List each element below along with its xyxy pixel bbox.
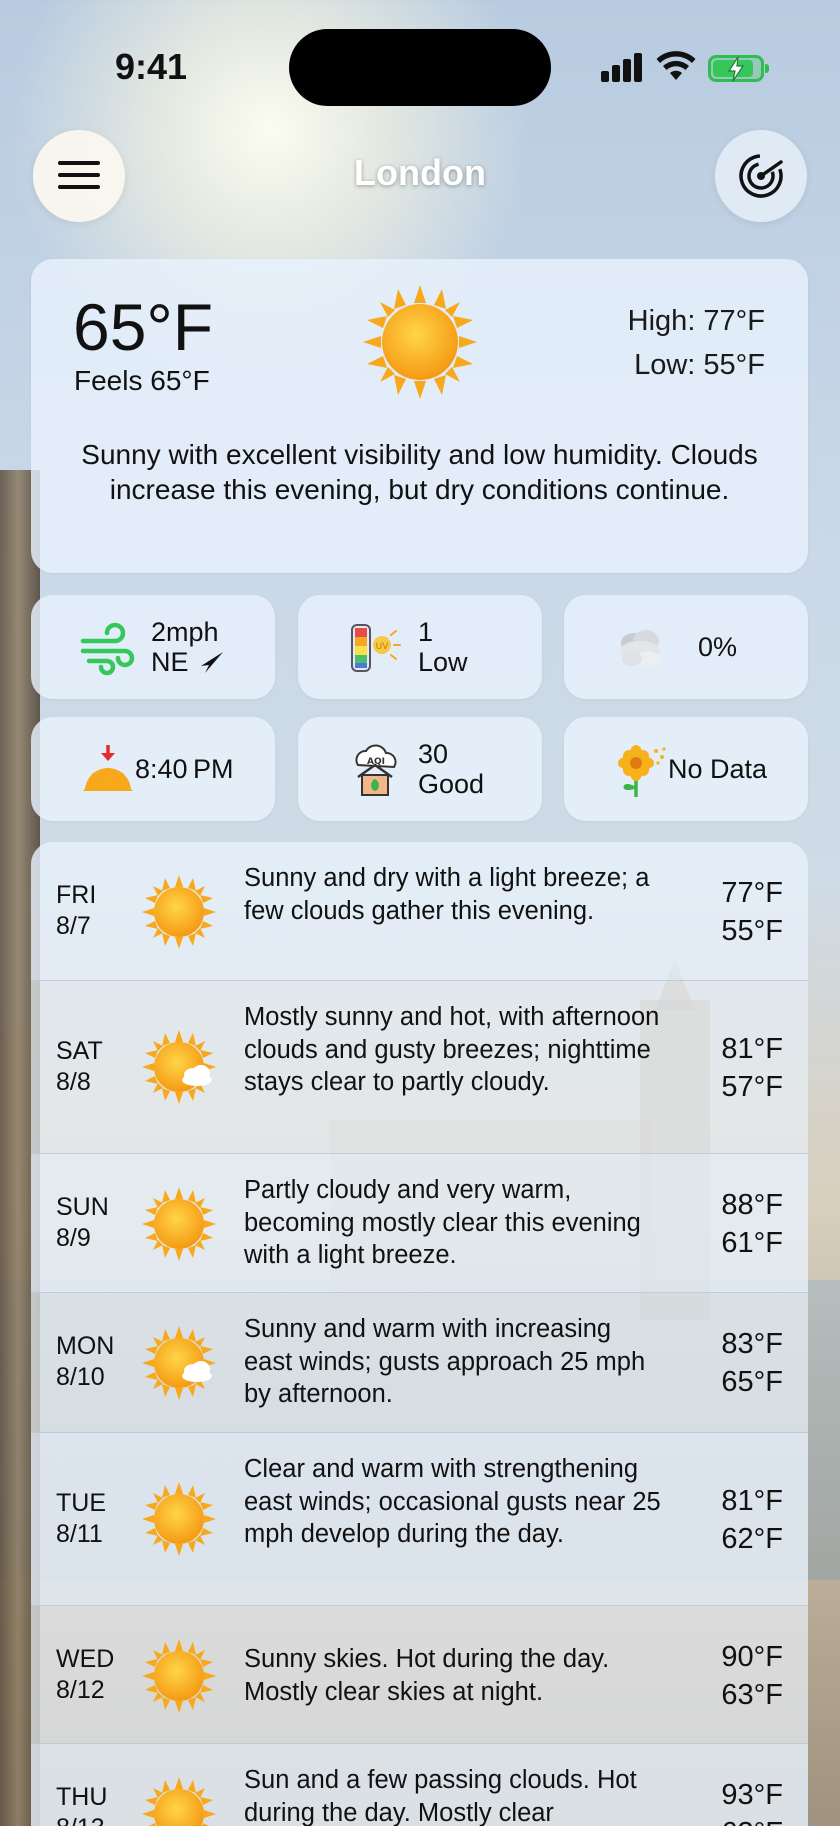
forecast-day: SUN	[56, 1193, 109, 1221]
forecast-description: Partly cloudy and very warm, becoming mo…	[244, 1176, 641, 1269]
wind-icon	[80, 622, 135, 676]
aqi-level: Good	[418, 769, 485, 799]
forecast-low: 57°F	[721, 1071, 783, 1103]
low-temperature: Low: 55°F	[634, 349, 765, 381]
current-temperature: 65°F	[73, 290, 214, 364]
high-temperature: High: 77°F	[627, 305, 765, 337]
sunset-icon	[83, 745, 133, 791]
sun-icon	[142, 1482, 216, 1556]
cellular-signal-icon	[601, 52, 643, 82]
forecast-low: 63°F	[721, 1814, 783, 1826]
battery-icon	[708, 55, 769, 82]
wind-direction: NE	[151, 647, 189, 677]
forecast-date: 8/8	[56, 1068, 91, 1096]
pollen-flower-icon	[618, 745, 666, 797]
forecast-date: 8/10	[56, 1363, 105, 1391]
forecast-low: 61°F	[721, 1227, 783, 1259]
radar-button[interactable]	[715, 130, 807, 222]
uv-level: Low	[418, 647, 468, 677]
wind-direction-arrow-icon	[200, 652, 223, 673]
forecast-day: SAT	[56, 1037, 103, 1065]
wifi-icon	[656, 51, 696, 80]
forecast-description: Sun and a few passing clouds. Hot during…	[244, 1766, 637, 1826]
sun-icon	[142, 1187, 216, 1261]
uv-index-tile[interactable]: UV 1 Low	[298, 595, 542, 699]
current-conditions-card[interactable]: 65°F Feels 65°F High: 77°F Low: 55°F Sun…	[31, 259, 808, 573]
forecast-high: 93°F	[721, 1779, 783, 1811]
precipitation-chance: 0%	[698, 632, 738, 662]
forecast-row-tue[interactable]: TUE 8/11 Clear and warm with strengtheni…	[31, 1433, 808, 1606]
forecast-row-mon[interactable]: MON 8/10 Sunny and warm with increasing …	[31, 1293, 808, 1433]
wind-speed: 2mph	[151, 617, 219, 647]
sunset-tile[interactable]: 8:40 PM	[31, 717, 275, 821]
forecast-row-sun[interactable]: SUN 8/9 Partly cloudy and very warm, bec…	[31, 1154, 808, 1293]
sun-cloud-icon	[142, 1030, 216, 1104]
status-bar: 9:41	[0, 0, 840, 106]
forecast-date: 8/9	[56, 1224, 91, 1252]
forecast-high: 81°F	[721, 1033, 783, 1065]
sun-cloud-icon	[142, 1326, 216, 1400]
forecast-date: 8/13	[56, 1813, 107, 1826]
forecast-day: FRI	[56, 881, 97, 909]
aqi-value: 30	[418, 739, 449, 769]
sun-icon	[142, 875, 216, 949]
sun-icon	[142, 1777, 216, 1826]
forecast-row-wed[interactable]: WED 8/12 Sunny skies. Hot during the day…	[31, 1606, 808, 1744]
forecast-high: 77°F	[721, 877, 783, 909]
precipitation-tile[interactable]: 0%	[564, 595, 808, 699]
forecast-high: 83°F	[721, 1328, 783, 1360]
forecast-description: Sunny skies. Hot during the day. Mostly …	[244, 1645, 610, 1706]
forecast-low: 62°F	[721, 1523, 783, 1555]
rain-cloud-icon	[620, 630, 660, 667]
pollen-value: No Data	[668, 754, 768, 784]
forecast-day: MON	[56, 1332, 115, 1360]
daily-forecast-list: FRI 8/7 Sunny and dry with a light breez…	[31, 842, 808, 1826]
forecast-day: TUE	[56, 1489, 106, 1517]
forecast-high: 90°F	[721, 1641, 783, 1673]
forecast-description: Mostly sunny and hot, with afternoon clo…	[244, 1003, 660, 1096]
forecast-low: 63°F	[721, 1679, 783, 1711]
forecast-date: 8/12	[56, 1676, 105, 1704]
forecast-description: Clear and warm with strengthening east w…	[244, 1455, 661, 1548]
forecast-low: 55°F	[721, 915, 783, 947]
uv-index-icon: UV	[351, 624, 401, 672]
forecast-day: WED	[56, 1645, 115, 1673]
sun-icon	[142, 1639, 216, 1713]
forecast-row-fri[interactable]: FRI 8/7 Sunny and dry with a light breez…	[31, 842, 808, 981]
forecast-high: 88°F	[721, 1189, 783, 1221]
wind-tile[interactable]: 2mph NE	[31, 595, 275, 699]
feels-like: Feels 65°F	[74, 365, 210, 396]
sun-icon	[363, 285, 477, 399]
city-title[interactable]: London	[0, 152, 840, 194]
air-quality-tile[interactable]: AQI 30 Good	[298, 717, 542, 821]
forecast-date: 8/11	[56, 1520, 103, 1548]
forecast-day: THU	[56, 1783, 108, 1811]
forecast-date: 8/7	[56, 912, 91, 940]
uv-value: 1	[418, 617, 434, 647]
dynamic-island	[289, 29, 551, 106]
air-quality-icon: AQI	[355, 744, 397, 796]
forecast-high: 81°F	[721, 1485, 783, 1517]
current-description: Sunny with excellent visibility and low …	[81, 439, 758, 505]
svg-text:UV: UV	[376, 642, 390, 652]
forecast-row-thu[interactable]: THU 8/13 Sun and a few passing clouds. H…	[31, 1744, 808, 1826]
forecast-description: Sunny and dry with a light breeze; a few…	[244, 864, 650, 925]
radar-icon	[739, 154, 783, 198]
forecast-description: Sunny and warm with increasing east wind…	[244, 1315, 646, 1408]
pollen-tile[interactable]: No Data	[564, 717, 808, 821]
sunset-time: 8:40 PM	[135, 754, 234, 784]
forecast-row-sat[interactable]: SAT 8/8 Mostly sunny and hot, with after…	[31, 981, 808, 1154]
forecast-low: 65°F	[721, 1366, 783, 1398]
status-time: 9:41	[115, 46, 188, 87]
